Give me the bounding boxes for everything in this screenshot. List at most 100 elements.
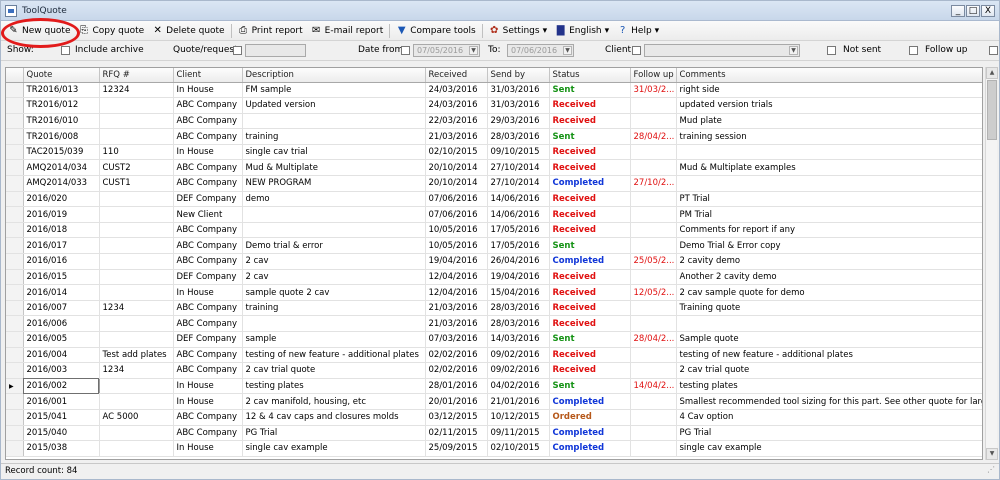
cell-follow-up[interactable] bbox=[630, 440, 677, 457]
cell-rfq[interactable]: 1234 bbox=[99, 300, 174, 317]
cell-received[interactable]: 02/10/2015 bbox=[425, 144, 488, 161]
cell-status[interactable]: Completed bbox=[549, 393, 631, 410]
cell-received[interactable]: 02/02/2016 bbox=[425, 347, 488, 364]
print-report-button[interactable]: ⎙ Print report bbox=[234, 22, 307, 40]
cell-follow-up[interactable]: 31/03/2... bbox=[630, 82, 677, 99]
cell-comments[interactable]: Demo Trial & Error copy bbox=[676, 237, 982, 255]
cell-quote[interactable]: 2015/040 bbox=[23, 425, 100, 442]
minimize-button[interactable]: _ bbox=[951, 5, 965, 17]
cell-follow-up[interactable]: 28/04/2... bbox=[630, 128, 677, 145]
cell-quote[interactable]: AMQ2014/033 bbox=[23, 175, 100, 192]
cell-send-by[interactable]: 09/10/2015 bbox=[487, 144, 550, 161]
cell-status[interactable]: Received bbox=[549, 222, 631, 239]
table-row[interactable]: 2015/041 AC 5000 ABC Company 12 & 4 cav cap… bbox=[6, 409, 982, 426]
cell-send-by[interactable]: 26/04/2016 bbox=[487, 253, 550, 270]
table-row[interactable]: TR2016/008 ABC Company training 21/03/2016 2… bbox=[6, 128, 982, 145]
cell-comments[interactable]: Comments for report if any bbox=[676, 222, 982, 239]
cell-rfq[interactable] bbox=[99, 315, 174, 332]
column-header-rfq[interactable]: RFQ # bbox=[99, 68, 174, 83]
cell-send-by[interactable]: 27/10/2014 bbox=[487, 159, 550, 177]
table-row[interactable]: ▶ 2016/002 In House testing plates 28/01/201… bbox=[6, 378, 982, 395]
cell-follow-up[interactable] bbox=[630, 191, 677, 208]
cell-follow-up[interactable] bbox=[630, 159, 677, 177]
cell-client[interactable]: ABC Company bbox=[173, 159, 243, 177]
cell-send-by[interactable]: 02/10/2015 bbox=[487, 440, 550, 457]
language-menu[interactable]: ▇ English ▾ bbox=[551, 22, 613, 40]
cell-description[interactable]: sample quote 2 cav bbox=[242, 284, 426, 301]
cell-received[interactable]: 20/01/2016 bbox=[425, 393, 488, 410]
email-report-button[interactable]: ✉ E-mail report bbox=[307, 22, 388, 40]
cell-description[interactable]: training bbox=[242, 128, 426, 145]
cell-follow-up[interactable]: 12/05/2... bbox=[630, 284, 677, 301]
cell-follow-up[interactable] bbox=[630, 425, 677, 442]
row-header[interactable] bbox=[6, 191, 24, 208]
column-header-send-by[interactable]: Send by bbox=[487, 68, 550, 83]
column-header-status[interactable]: Status bbox=[549, 68, 631, 83]
cell-description[interactable]: 2 cav bbox=[242, 269, 426, 286]
client-checkbox[interactable] bbox=[632, 46, 641, 55]
cell-rfq[interactable]: 110 bbox=[99, 144, 174, 161]
cell-comments[interactable]: updated version trials bbox=[676, 97, 982, 114]
table-row[interactable]: 2016/017 ABC Company Demo trial & error 10/… bbox=[6, 237, 982, 255]
cell-client[interactable]: In House bbox=[173, 378, 243, 395]
cell-quote[interactable]: 2016/006 bbox=[23, 315, 100, 332]
cell-client[interactable]: In House bbox=[173, 440, 243, 457]
cell-follow-up[interactable] bbox=[630, 97, 677, 114]
cell-description[interactable]: Updated version bbox=[242, 97, 426, 114]
cell-follow-up[interactable]: 27/10/2... bbox=[630, 175, 677, 192]
cell-send-by[interactable]: 14/03/2016 bbox=[487, 331, 550, 348]
cell-client[interactable]: ABC Company bbox=[173, 315, 243, 332]
cell-rfq[interactable]: CUST2 bbox=[99, 159, 174, 177]
include-archive-checkbox[interactable] bbox=[61, 46, 70, 55]
resize-grip-icon[interactable]: ⋰ bbox=[987, 462, 995, 477]
cell-comments[interactable]: Training quote bbox=[676, 300, 982, 317]
cell-rfq[interactable] bbox=[99, 331, 174, 348]
compare-tools-button[interactable]: ▼ Compare tools bbox=[392, 22, 479, 40]
cell-description[interactable]: demo bbox=[242, 191, 426, 208]
cell-status[interactable]: Received bbox=[549, 97, 631, 114]
column-header-comments[interactable]: Comments bbox=[676, 68, 982, 83]
row-header[interactable] bbox=[6, 269, 24, 286]
cell-status[interactable]: Completed bbox=[549, 253, 631, 270]
follow-up-checkbox[interactable] bbox=[909, 46, 918, 55]
cell-status[interactable]: Sent bbox=[549, 378, 631, 395]
cell-rfq[interactable] bbox=[99, 128, 174, 145]
cell-received[interactable]: 12/04/2016 bbox=[425, 269, 488, 286]
cell-comments[interactable]: Sample quote bbox=[676, 331, 982, 348]
cell-quote[interactable]: 2015/038 bbox=[23, 440, 100, 457]
cell-follow-up[interactable] bbox=[630, 409, 677, 426]
cell-description[interactable]: single cav example bbox=[242, 440, 426, 457]
cell-comments[interactable]: Another 2 cavity demo bbox=[676, 269, 982, 286]
column-header-client[interactable]: Client bbox=[173, 68, 243, 83]
cell-quote[interactable]: AMQ2014/034 bbox=[23, 159, 100, 177]
cell-follow-up[interactable] bbox=[630, 206, 677, 223]
vertical-scrollbar[interactable]: ▲ ▼ bbox=[985, 67, 998, 460]
cell-client[interactable]: ABC Company bbox=[173, 253, 243, 270]
cell-rfq[interactable] bbox=[99, 253, 174, 270]
cell-status[interactable]: Ordered bbox=[549, 409, 631, 426]
cell-status[interactable]: Received bbox=[549, 315, 631, 332]
copy-quote-button[interactable]: ⎘ Copy quote bbox=[74, 22, 148, 40]
cell-send-by[interactable]: 31/03/2016 bbox=[487, 97, 550, 114]
cell-comments[interactable]: Smallest recommended tool sizing for thi… bbox=[676, 393, 982, 410]
cell-quote[interactable]: 2016/017 bbox=[23, 237, 100, 255]
cell-received[interactable]: 10/05/2016 bbox=[425, 222, 488, 239]
cell-follow-up[interactable] bbox=[630, 393, 677, 410]
cell-send-by[interactable]: 17/05/2016 bbox=[487, 222, 550, 239]
table-row[interactable]: TR2016/013 12324 In House FM sample 24/03/20… bbox=[6, 82, 982, 99]
date-from-checkbox[interactable] bbox=[401, 46, 410, 55]
cell-status[interactable]: Sent bbox=[549, 237, 631, 255]
cell-follow-up[interactable]: 28/04/2... bbox=[630, 331, 677, 348]
cell-received[interactable]: 07/06/2016 bbox=[425, 206, 488, 223]
cell-rfq[interactable]: 12324 bbox=[99, 82, 174, 99]
cell-rfq[interactable] bbox=[99, 393, 174, 410]
cell-send-by[interactable]: 15/04/2016 bbox=[487, 284, 550, 301]
cell-rfq[interactable]: AC 5000 bbox=[99, 409, 174, 426]
cell-received[interactable]: 24/03/2016 bbox=[425, 82, 488, 99]
cell-comments[interactable]: 4 Cav option bbox=[676, 409, 982, 426]
cell-quote[interactable]: 2015/041 bbox=[23, 409, 100, 426]
cell-follow-up[interactable] bbox=[630, 144, 677, 161]
cell-status[interactable]: Sent bbox=[549, 128, 631, 145]
cell-quote[interactable]: TAC2015/039 bbox=[23, 144, 100, 161]
cell-send-by[interactable]: 21/01/2016 bbox=[487, 393, 550, 410]
